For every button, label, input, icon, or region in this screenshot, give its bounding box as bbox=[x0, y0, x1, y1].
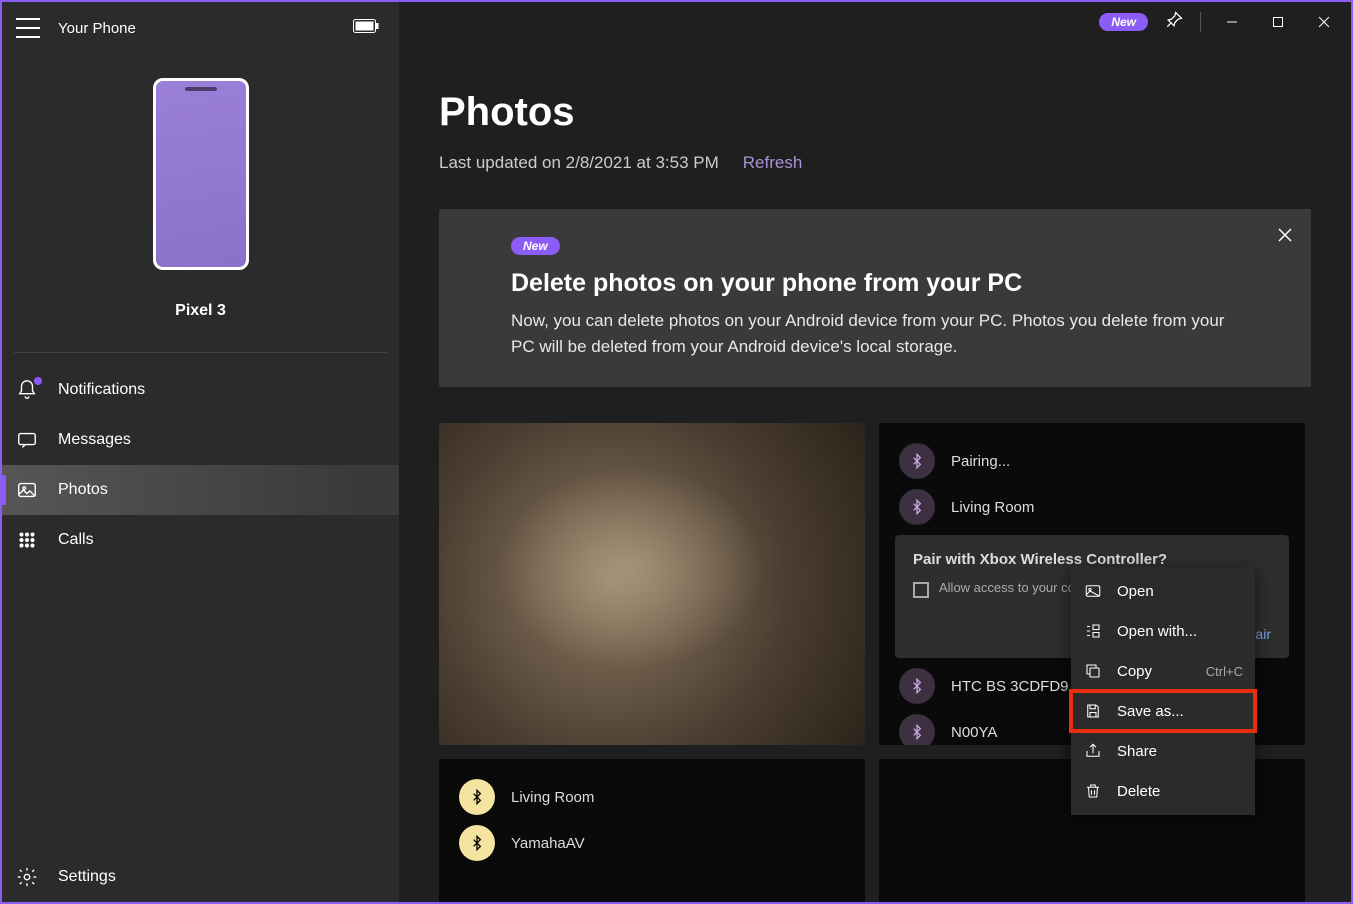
open-icon bbox=[1083, 582, 1103, 600]
phone-panel: Pixel 3 bbox=[2, 54, 399, 330]
bt-dialog-title: Pair with Xbox Wireless Controller? bbox=[913, 551, 1271, 568]
device-name: Pixel 3 bbox=[175, 302, 226, 320]
close-button[interactable] bbox=[1301, 6, 1347, 38]
info-card-close-icon[interactable] bbox=[1277, 227, 1293, 248]
subtitle-row: Last updated on 2/8/2021 at 3:53 PM Refr… bbox=[439, 153, 1311, 173]
sidebar: Your Phone Pixel 3 Notifications Message… bbox=[2, 2, 399, 902]
save-icon bbox=[1083, 702, 1103, 720]
photo-thumbnail[interactable]: Living Room YamahaAV bbox=[439, 759, 865, 902]
ctx-label: Copy bbox=[1117, 663, 1206, 680]
ctx-label: Open bbox=[1117, 583, 1243, 600]
sidebar-item-label: Photos bbox=[58, 481, 108, 499]
bell-icon bbox=[16, 379, 38, 401]
info-card-title: Delete photos on your phone from your PC bbox=[511, 269, 1275, 298]
photo-icon bbox=[16, 479, 38, 501]
sidebar-item-photos[interactable]: Photos bbox=[2, 465, 399, 515]
new-badge[interactable]: New bbox=[1099, 13, 1148, 31]
bt-text: Pairing... bbox=[951, 453, 1010, 470]
photo-thumbnail[interactable] bbox=[439, 423, 865, 745]
bt-text: N00YA bbox=[951, 724, 997, 741]
separator bbox=[1200, 12, 1201, 32]
sidebar-item-label: Messages bbox=[58, 431, 131, 449]
ctx-shortcut: Ctrl+C bbox=[1206, 664, 1243, 679]
battery-icon bbox=[353, 18, 379, 39]
open-with-icon bbox=[1083, 622, 1103, 640]
checkbox-icon bbox=[913, 582, 929, 598]
minimize-button[interactable] bbox=[1209, 6, 1255, 38]
info-card-body: Now, you can delete photos on your Andro… bbox=[511, 308, 1251, 359]
bt-text: Living Room bbox=[951, 499, 1034, 516]
context-menu-open-with[interactable]: Open with... bbox=[1071, 611, 1255, 651]
info-card: New Delete photos on your phone from you… bbox=[439, 209, 1311, 387]
bt-text: YamahaAV bbox=[511, 835, 585, 852]
sidebar-item-label: Settings bbox=[58, 868, 116, 886]
gear-icon bbox=[16, 866, 38, 888]
ctx-label: Open with... bbox=[1117, 623, 1243, 640]
context-menu-copy[interactable]: Copy Ctrl+C bbox=[1071, 651, 1255, 691]
delete-icon bbox=[1083, 782, 1103, 800]
sidebar-header: Your Phone bbox=[2, 2, 399, 54]
page-title: Photos bbox=[439, 90, 1311, 135]
sidebar-nav: Notifications Messages Photos Calls bbox=[2, 361, 399, 565]
info-card-badge: New bbox=[511, 237, 560, 255]
main: New Photos Last updated on 2/8/2021 at 3… bbox=[399, 2, 1351, 902]
refresh-link[interactable]: Refresh bbox=[743, 153, 803, 173]
message-icon bbox=[16, 429, 38, 451]
context-menu-delete[interactable]: Delete bbox=[1071, 771, 1255, 811]
context-menu: Open Open with... Copy Ctrl+C Save as...… bbox=[1071, 567, 1255, 815]
copy-icon bbox=[1083, 662, 1103, 680]
app-title: Your Phone bbox=[58, 20, 136, 37]
last-updated: Last updated on 2/8/2021 at 3:53 PM bbox=[439, 153, 719, 173]
share-icon bbox=[1083, 742, 1103, 760]
sidebar-item-messages[interactable]: Messages bbox=[2, 415, 399, 465]
sidebar-footer: Settings bbox=[2, 852, 399, 902]
phone-preview-icon[interactable] bbox=[153, 78, 249, 270]
sidebar-item-label: Calls bbox=[58, 531, 94, 549]
notification-dot bbox=[34, 377, 42, 385]
ctx-label: Share bbox=[1117, 743, 1243, 760]
pin-icon[interactable] bbox=[1164, 10, 1184, 35]
dialpad-icon bbox=[16, 529, 38, 551]
bt-text: Living Room bbox=[511, 789, 594, 806]
context-menu-save-as[interactable]: Save as... bbox=[1071, 691, 1255, 731]
titlebar: New bbox=[399, 2, 1351, 42]
sidebar-item-label: Notifications bbox=[58, 381, 145, 399]
sidebar-item-calls[interactable]: Calls bbox=[2, 515, 399, 565]
context-menu-open[interactable]: Open bbox=[1071, 571, 1255, 611]
hamburger-icon[interactable] bbox=[16, 18, 40, 38]
maximize-button[interactable] bbox=[1255, 6, 1301, 38]
sidebar-item-settings[interactable]: Settings bbox=[2, 852, 399, 902]
bt-text: HTC BS 3CDFD9 bbox=[951, 678, 1069, 695]
sidebar-item-notifications[interactable]: Notifications bbox=[2, 365, 399, 415]
ctx-label: Save as... bbox=[1117, 703, 1243, 720]
context-menu-share[interactable]: Share bbox=[1071, 731, 1255, 771]
divider bbox=[14, 352, 387, 353]
ctx-label: Delete bbox=[1117, 783, 1243, 800]
